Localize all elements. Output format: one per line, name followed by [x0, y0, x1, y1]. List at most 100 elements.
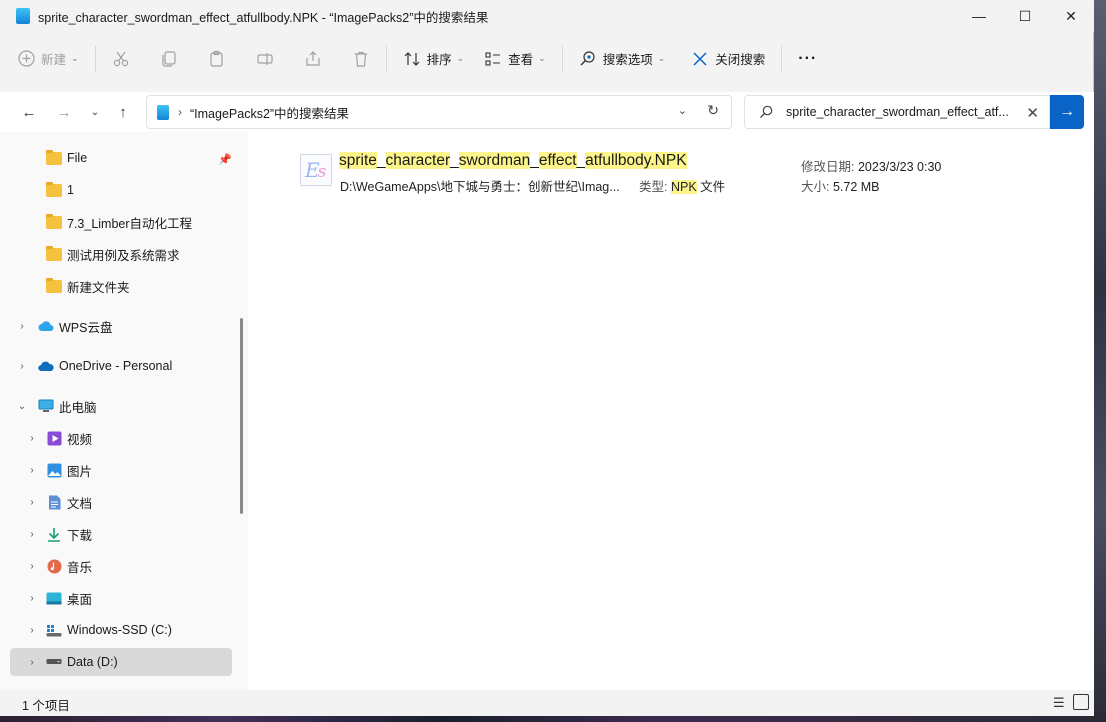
close-search-label: 关闭搜索 — [715, 53, 766, 67]
search-box[interactable]: ✕ — [744, 95, 1050, 129]
sidebar-item-pictures[interactable]: › 图片 — [10, 456, 232, 484]
folder-icon — [46, 245, 62, 261]
sidebar-item-documents[interactable]: › 文档 — [10, 488, 232, 516]
minimize-button[interactable]: — — [956, 0, 1002, 32]
sidebar-item-new-folder[interactable]: 新建文件夹 — [10, 272, 232, 300]
sidebar-item-label: WPS云盘 — [59, 320, 113, 335]
tiles-view-icon[interactable] — [1073, 694, 1089, 710]
sort-icon — [403, 50, 421, 68]
sidebar-item-onedrive[interactable]: › OneDrive - Personal — [10, 352, 232, 380]
title-bar[interactable]: sprite_character_swordman_effect_atfullb… — [0, 0, 1094, 32]
sidebar-item-1[interactable]: 1 — [10, 176, 232, 204]
rename-button[interactable] — [248, 43, 282, 75]
search-go-button[interactable]: → — [1050, 95, 1084, 129]
sidebar-item-music[interactable]: › 音乐 — [10, 552, 232, 580]
chevron-right-icon[interactable]: › — [26, 625, 38, 636]
search-results-folder-icon — [157, 104, 169, 120]
view-button[interactable]: 查看 ⌄ — [476, 43, 554, 75]
chevron-right-icon[interactable]: › — [26, 433, 38, 444]
sidebar-item-videos[interactable]: › 视频 — [10, 424, 232, 452]
pin-icon[interactable]: 📌 — [218, 153, 232, 166]
search-options-label: 搜索选项 — [602, 53, 653, 67]
sort-button[interactable]: 排序 ⌄ — [395, 43, 473, 75]
command-bar: 新建 ⌄ 排序 ⌄ 查看 ⌄ 搜索选项 ⌄ 关闭搜索 ··· — [9, 36, 1094, 81]
size-value: 5.72 MB — [832, 180, 880, 194]
back-button[interactable]: ← — [16, 100, 42, 124]
breadcrumb-location[interactable]: “ImagePacks2”中的搜索结果 — [190, 103, 349, 122]
chevron-right-icon[interactable]: › — [26, 497, 38, 508]
address-bar[interactable]: › “ImagePacks2”中的搜索结果 ⌄ ↻ — [146, 95, 732, 129]
sidebar-item-label: 1 — [67, 183, 74, 197]
sidebar-item-wps-cloud[interactable]: › WPS云盘 — [10, 312, 232, 340]
sidebar-item-label: OneDrive - Personal — [59, 359, 173, 373]
desktop-background-right — [1092, 0, 1106, 722]
separator — [385, 45, 387, 72]
desktop-icon — [46, 591, 62, 605]
paste-button[interactable] — [200, 43, 234, 75]
sidebar-item-label: 桌面 — [67, 592, 93, 607]
cut-button[interactable] — [104, 43, 138, 75]
chevron-down-icon: ⌄ — [657, 53, 666, 63]
close-search-button[interactable]: 关闭搜索 — [683, 43, 773, 75]
chevron-right-icon[interactable]: › — [26, 593, 38, 604]
chevron-down-icon: ⌄ — [71, 53, 79, 63]
sidebar-item-file[interactable]: File — [10, 144, 232, 172]
share-button[interactable] — [296, 43, 330, 75]
chevron-right-icon[interactable]: › — [26, 529, 38, 540]
chevron-right-icon[interactable]: › — [16, 361, 28, 372]
onedrive-icon — [38, 359, 54, 373]
sidebar-item-drive-c[interactable]: › Windows-SSD (C:) — [10, 616, 232, 644]
maximize-button[interactable]: ☐ — [1002, 0, 1048, 32]
sidebar-item-label: 此电脑 — [59, 400, 97, 415]
highlighted-match: sprite — [339, 152, 377, 169]
chevron-down-icon: ⌄ — [538, 53, 546, 63]
forward-button[interactable]: → — [51, 100, 77, 124]
sidebar-item-label: 测试用例及系统需求 — [67, 248, 180, 263]
folder-icon — [46, 181, 62, 197]
sidebar-item-label: 视频 — [67, 432, 93, 447]
arrow-left-icon: ← — [21, 103, 37, 121]
chevron-right-icon[interactable]: › — [26, 561, 38, 572]
copy-button[interactable] — [152, 43, 186, 75]
type-key: 类型: — [639, 180, 668, 194]
documents-icon — [46, 495, 62, 509]
item-count: 1 个项目 — [22, 699, 70, 713]
sidebar-item-downloads[interactable]: › 下载 — [10, 520, 232, 548]
sidebar-scrollbar[interactable] — [240, 318, 243, 514]
sidebar-item-this-pc[interactable]: ⌄ 此电脑 — [10, 392, 232, 420]
search-options-button[interactable]: 搜索选项 ⌄ — [571, 43, 674, 75]
folder-icon — [46, 149, 62, 165]
more-options-button[interactable]: ··· — [790, 43, 825, 75]
refresh-icon[interactable]: ↻ — [707, 102, 719, 119]
result-file-name[interactable]: sprite_character_swordman_effect_atfullb… — [339, 152, 687, 170]
recent-locations-button[interactable]: ⌄ — [82, 100, 108, 124]
address-history-chevron-icon[interactable]: ⌄ — [678, 104, 687, 117]
paste-icon — [208, 50, 226, 68]
explorer-app-icon — [16, 8, 30, 24]
delete-button[interactable] — [344, 43, 378, 75]
search-results-pane: Es sprite_character_swordman_effect_atfu… — [248, 132, 1094, 690]
size-key: 大小: — [801, 180, 830, 194]
clear-search-icon[interactable]: ✕ — [1026, 104, 1039, 122]
up-button[interactable]: ↑ — [110, 100, 136, 124]
sidebar-item-label: 音乐 — [67, 560, 93, 575]
window-title: sprite_character_swordman_effect_atfullb… — [38, 10, 489, 25]
date-key: 修改日期: — [801, 160, 855, 174]
sidebar-item-limber[interactable]: 7.3_Limber自动化工程 — [10, 208, 232, 236]
chevron-right-icon[interactable]: › — [16, 321, 28, 332]
sidebar-item-desktop[interactable]: › 桌面 — [10, 584, 232, 612]
type-suffix: 文件 — [696, 180, 726, 194]
sidebar-item-drive-d[interactable]: › Data (D:) — [10, 648, 232, 676]
share-icon — [304, 50, 322, 68]
arrow-right-icon: → — [56, 103, 72, 121]
chevron-down-icon[interactable]: ⌄ — [16, 401, 28, 412]
new-button[interactable]: 新建 ⌄ — [9, 43, 87, 75]
chevron-right-icon[interactable]: › — [26, 465, 38, 476]
details-view-icon[interactable]: ☰ — [1053, 695, 1065, 711]
close-window-button[interactable]: ✕ — [1048, 0, 1094, 32]
npk-file-icon[interactable]: Es — [300, 154, 332, 186]
pictures-icon — [46, 463, 62, 477]
search-input[interactable] — [786, 105, 1016, 119]
sidebar-item-test-cases[interactable]: 测试用例及系统需求 — [10, 240, 232, 268]
chevron-right-icon[interactable]: › — [26, 657, 38, 668]
